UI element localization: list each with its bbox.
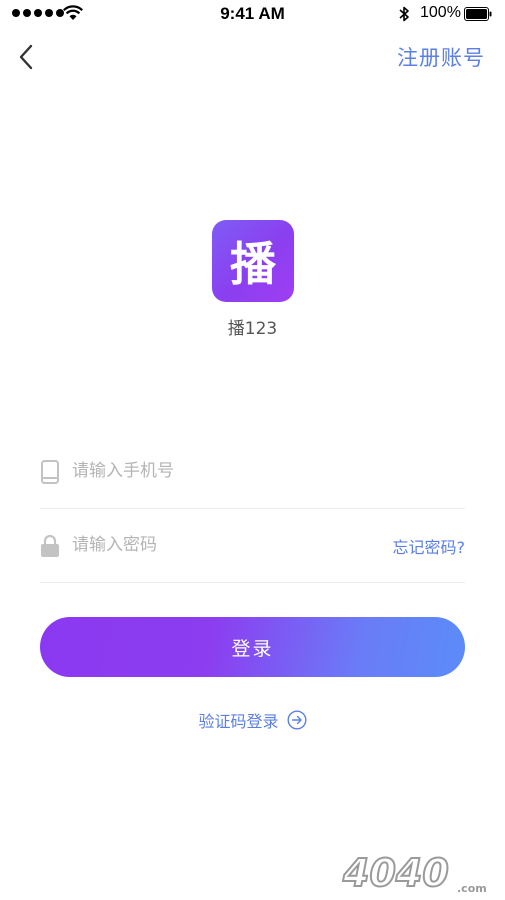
site-watermark-logo: 4040 .com (341, 850, 487, 896)
back-button[interactable] (14, 40, 42, 74)
phone-field-row (40, 434, 465, 509)
bluetooth-icon (399, 6, 409, 22)
forgot-password-link[interactable]: 忘记密码? (393, 534, 466, 558)
password-field-row: 忘记密码? (40, 508, 465, 583)
phone-icon (41, 460, 59, 484)
watermark-text: 4040 (342, 851, 449, 895)
lock-icon (41, 534, 59, 557)
login-button[interactable]: 登录 (40, 617, 465, 677)
arrow-right-circle-icon (286, 710, 307, 730)
watermark-suffix: .com (457, 882, 487, 895)
phone-input[interactable] (72, 456, 372, 486)
password-input[interactable] (72, 530, 372, 560)
status-bar: 9:41 AM 100% (0, 0, 505, 30)
chevron-left-icon (19, 44, 33, 70)
app-name: 播123 (227, 319, 278, 339)
app-logo: 播 (212, 220, 294, 302)
app-logo-char: 播 (230, 237, 276, 291)
sms-code-login-label: 验证码登录 (198, 712, 279, 731)
login-screen: 9:41 AM 100% 注册账号 播 播123 请输入手机号 忘记密码? 登录… (0, 0, 505, 900)
register-account-link[interactable]: 注册账号 (397, 42, 485, 72)
battery-icon (464, 7, 492, 21)
sms-code-login-link[interactable]: 验证码登录 (0, 708, 505, 732)
battery-percentage: 100% (420, 4, 461, 21)
